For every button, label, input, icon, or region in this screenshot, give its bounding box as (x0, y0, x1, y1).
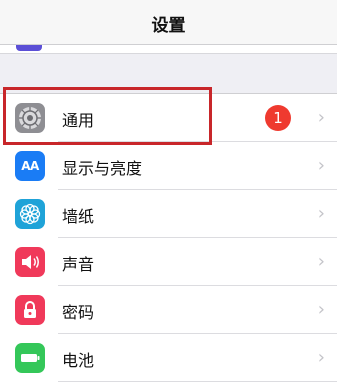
settings-item-wallpaper[interactable]: 墙纸 › (0, 190, 337, 238)
page-title: 设置 (151, 16, 186, 36)
settings-item-label: 声音 (62, 255, 95, 274)
divider (0, 53, 337, 54)
settings-item-label: 密码 (62, 303, 95, 322)
battery-icon (15, 343, 45, 373)
settings-item-label: 显示与亮度 (62, 159, 143, 178)
highlight-annotation (3, 87, 212, 145)
settings-item-battery[interactable]: 电池 › (0, 334, 337, 382)
settings-item-label: 墙纸 (62, 207, 95, 226)
wallpaper-flower-icon (15, 199, 45, 229)
settings-item-label: 电池 (62, 351, 95, 370)
speaker-icon (15, 247, 45, 277)
chevron-right-icon: › (317, 107, 325, 128)
chevron-right-icon: › (317, 347, 325, 368)
lock-icon (15, 295, 45, 325)
navigation-bar: 设置 (0, 0, 337, 45)
notification-badge: 1 (265, 105, 291, 131)
settings-item-sounds[interactable]: 声音 › (0, 238, 337, 286)
settings-item-display-brightness[interactable]: AA 显示与亮度 › (0, 142, 337, 190)
chevron-right-icon: › (317, 155, 325, 176)
chevron-right-icon: › (317, 299, 325, 320)
chevron-right-icon: › (317, 203, 325, 224)
display-brightness-icon: AA (15, 151, 45, 181)
chevron-right-icon: › (317, 251, 325, 272)
settings-item-passcode[interactable]: 密码 › (0, 286, 337, 334)
previous-item-icon (16, 45, 42, 51)
display-icon-text: AA (21, 159, 39, 173)
